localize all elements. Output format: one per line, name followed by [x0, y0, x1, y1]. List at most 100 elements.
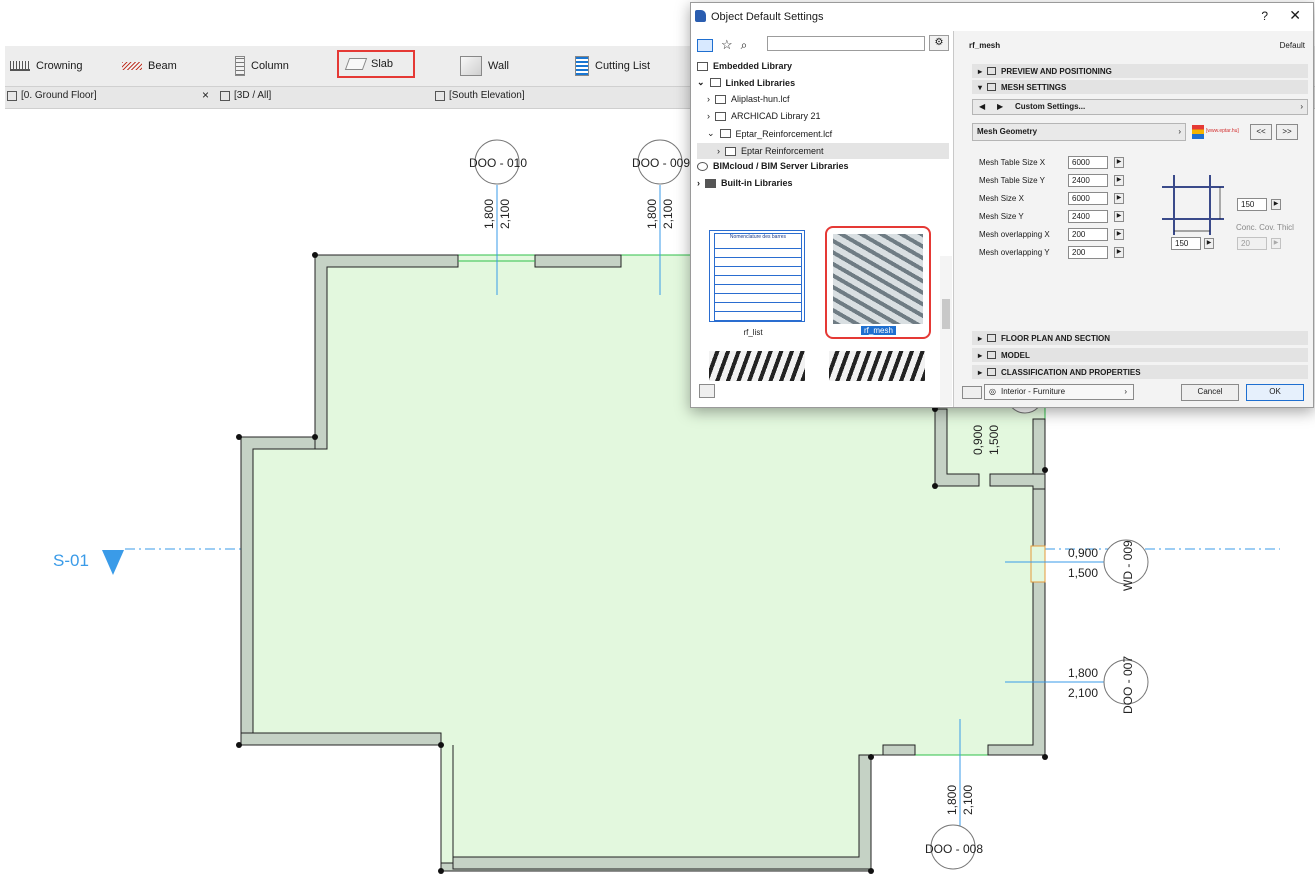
- section-label: FLOOR PLAN AND SECTION: [1001, 333, 1111, 343]
- tool-column[interactable]: Column: [235, 52, 289, 80]
- field-label: Mesh overlapping Y: [979, 248, 1050, 257]
- field-label: Mesh Table Size Y: [979, 176, 1045, 185]
- search-icon[interactable]: ⌕: [741, 38, 748, 53]
- arrow-right-icon[interactable]: ▶: [1204, 238, 1214, 249]
- next-page-button[interactable]: >>: [1276, 124, 1298, 140]
- thumbnail-label-rf-list: rf_list: [743, 328, 763, 337]
- tool-label: Crowning: [36, 60, 83, 72]
- section-marker[interactable]: S-01: [53, 550, 124, 575]
- tree-eptar-reinforcement[interactable]: › Eptar Reinforcement: [697, 143, 949, 159]
- arrow-right-icon[interactable]: ▶: [1114, 157, 1124, 168]
- arrow-right-icon[interactable]: ▶: [1114, 193, 1124, 204]
- window-opening: [1030, 545, 1046, 583]
- mesh-size-x-input[interactable]: 6000: [1068, 192, 1108, 205]
- tab-close-icon[interactable]: ×: [202, 88, 209, 102]
- rf-list-header: Nomenclature des barres: [715, 234, 801, 240]
- library-search-input[interactable]: [767, 36, 925, 51]
- thumbnail-scrollbar[interactable]: [940, 256, 952, 406]
- cloud-library-icon: [697, 161, 708, 171]
- tree-label: BIMcloud / BIM Server Libraries: [713, 161, 849, 171]
- thumbnail-rebar-2[interactable]: [829, 351, 925, 381]
- spacing-y-input[interactable]: 150: [1237, 198, 1267, 211]
- arrow-right-icon[interactable]: ▶: [1271, 199, 1281, 210]
- layer-dropdown[interactable]: ◎ Interior - Furniture ›: [984, 384, 1134, 400]
- mesh-geometry-label: Mesh Geometry: [977, 127, 1038, 136]
- scrollbar-thumb[interactable]: [942, 299, 950, 329]
- tool-slab[interactable]: Slab: [337, 50, 415, 78]
- section-label: CLASSIFICATION AND PROPERTIES: [1001, 367, 1141, 377]
- tree-archicad-library[interactable]: › ARCHICAD Library 21: [707, 111, 821, 121]
- dim-label: 1,500: [987, 425, 1001, 455]
- library-manager-icon[interactable]: [699, 384, 715, 398]
- arrow-right-icon[interactable]: ▶: [1114, 247, 1124, 258]
- dialog-title-bar[interactable]: Object Default Settings ? ✕: [691, 3, 1313, 31]
- arrow-right-icon[interactable]: ▶: [997, 102, 1003, 111]
- gear-icon[interactable]: ⚙: [929, 35, 949, 51]
- mesh-table-size-y-input[interactable]: 2400: [1068, 174, 1108, 187]
- spacing-x-input[interactable]: 150: [1171, 237, 1201, 250]
- custom-settings-bar[interactable]: ◀ ▶ Custom Settings... ›: [972, 99, 1308, 115]
- tool-cutting-list[interactable]: Cutting List: [575, 52, 650, 80]
- classification-icon: [987, 368, 997, 376]
- dim-label: 2,100: [961, 785, 975, 815]
- tool-label: Wall: [488, 60, 509, 72]
- marker-label: WD - 009: [1121, 540, 1135, 591]
- mesh-overlapping-y-input[interactable]: 200: [1068, 246, 1108, 259]
- marker-label: DOO - 010: [469, 156, 527, 170]
- default-label: Default: [1279, 41, 1305, 50]
- custom-settings-label: Custom Settings...: [1015, 102, 1086, 111]
- elevation-icon: [435, 90, 445, 101]
- mesh-settings-icon: [987, 83, 997, 91]
- section-model[interactable]: ▸ MODEL: [972, 348, 1308, 362]
- tree-label: Built-in Libraries: [721, 178, 793, 188]
- arrow-right-icon[interactable]: ▶: [1114, 229, 1124, 240]
- tool-wall[interactable]: Wall: [460, 52, 509, 80]
- section-mesh-settings[interactable]: ▾ MESH SETTINGS: [972, 80, 1308, 94]
- tree-bimcloud[interactable]: BIMcloud / BIM Server Libraries: [697, 161, 849, 171]
- mesh-overlapping-x-input[interactable]: 200: [1068, 228, 1108, 241]
- tab-ground-floor[interactable]: [0. Ground Floor]: [7, 90, 97, 101]
- favorites-star-icon[interactable]: ☆: [721, 37, 733, 53]
- section-classification[interactable]: ▸ CLASSIFICATION AND PROPERTIES: [972, 365, 1308, 379]
- help-button[interactable]: ?: [1261, 9, 1268, 23]
- thumbnail-rebar-1[interactable]: [709, 351, 805, 381]
- library-file-icon: [697, 61, 708, 71]
- chevron-right-icon: ›: [1300, 102, 1303, 111]
- eye-icon: ◎: [989, 387, 996, 396]
- preview-icon: [987, 67, 997, 75]
- tab-south-elevation[interactable]: [South Elevation]: [435, 90, 525, 101]
- tool-beam[interactable]: Beam: [122, 52, 177, 80]
- chevron-right-icon: ›: [707, 94, 710, 104]
- cancel-button[interactable]: Cancel: [1181, 384, 1239, 401]
- cover-thickness-label: Conc. Cov. Thicl: [1236, 223, 1294, 232]
- folder-icon: [715, 111, 726, 121]
- mesh-size-y-input[interactable]: 2400: [1068, 210, 1108, 223]
- tree-label: Eptar Reinforcement: [741, 146, 824, 156]
- chevron-right-icon: ▸: [978, 350, 983, 360]
- folder-view-icon[interactable]: [697, 38, 713, 52]
- cube-3d-icon: [220, 90, 230, 101]
- prev-page-button[interactable]: <<: [1250, 124, 1272, 140]
- section-preview-positioning[interactable]: ▸ PREVIEW AND POSITIONING: [972, 64, 1308, 78]
- tree-embedded-library[interactable]: Embedded Library: [697, 61, 792, 71]
- layer-icon[interactable]: [962, 386, 982, 399]
- ok-button[interactable]: OK: [1246, 384, 1304, 401]
- tree-eptar-reinforcement-lcf[interactable]: ⌄ Eptar_Reinforcement.lcf: [707, 128, 832, 139]
- section-floor-plan[interactable]: ▸ FLOOR PLAN AND SECTION: [972, 331, 1308, 345]
- chevron-right-icon: ›: [717, 146, 720, 156]
- tab-3d-all[interactable]: [3D / All]: [220, 90, 271, 101]
- mesh-geometry-dropdown[interactable]: Mesh Geometry ›: [972, 123, 1186, 141]
- arrow-right-icon[interactable]: ▶: [1114, 211, 1124, 222]
- tree-aliplast[interactable]: › Aliplast-hun.lcf: [707, 94, 790, 104]
- tree-linked-libraries[interactable]: ⌄ Linked Libraries: [697, 77, 795, 88]
- tree-built-in-libraries[interactable]: › Built-in Libraries: [697, 178, 793, 188]
- tool-crowning[interactable]: Crowning: [10, 52, 82, 80]
- library-browser-pane: ☆ ⌕ ⚙ Embedded Library ⌄ Linked Librarie…: [691, 31, 954, 407]
- thumbnail-rf-mesh[interactable]: rf_mesh: [825, 226, 931, 339]
- arrow-right-icon[interactable]: ▶: [1114, 175, 1124, 186]
- arrow-left-icon[interactable]: ◀: [979, 102, 985, 111]
- close-icon[interactable]: ✕: [1289, 7, 1301, 24]
- thumbnail-rf-list[interactable]: Nomenclature des barres: [709, 230, 805, 322]
- mesh-table-size-x-input[interactable]: 6000: [1068, 156, 1108, 169]
- archicad-app-icon: [695, 10, 706, 22]
